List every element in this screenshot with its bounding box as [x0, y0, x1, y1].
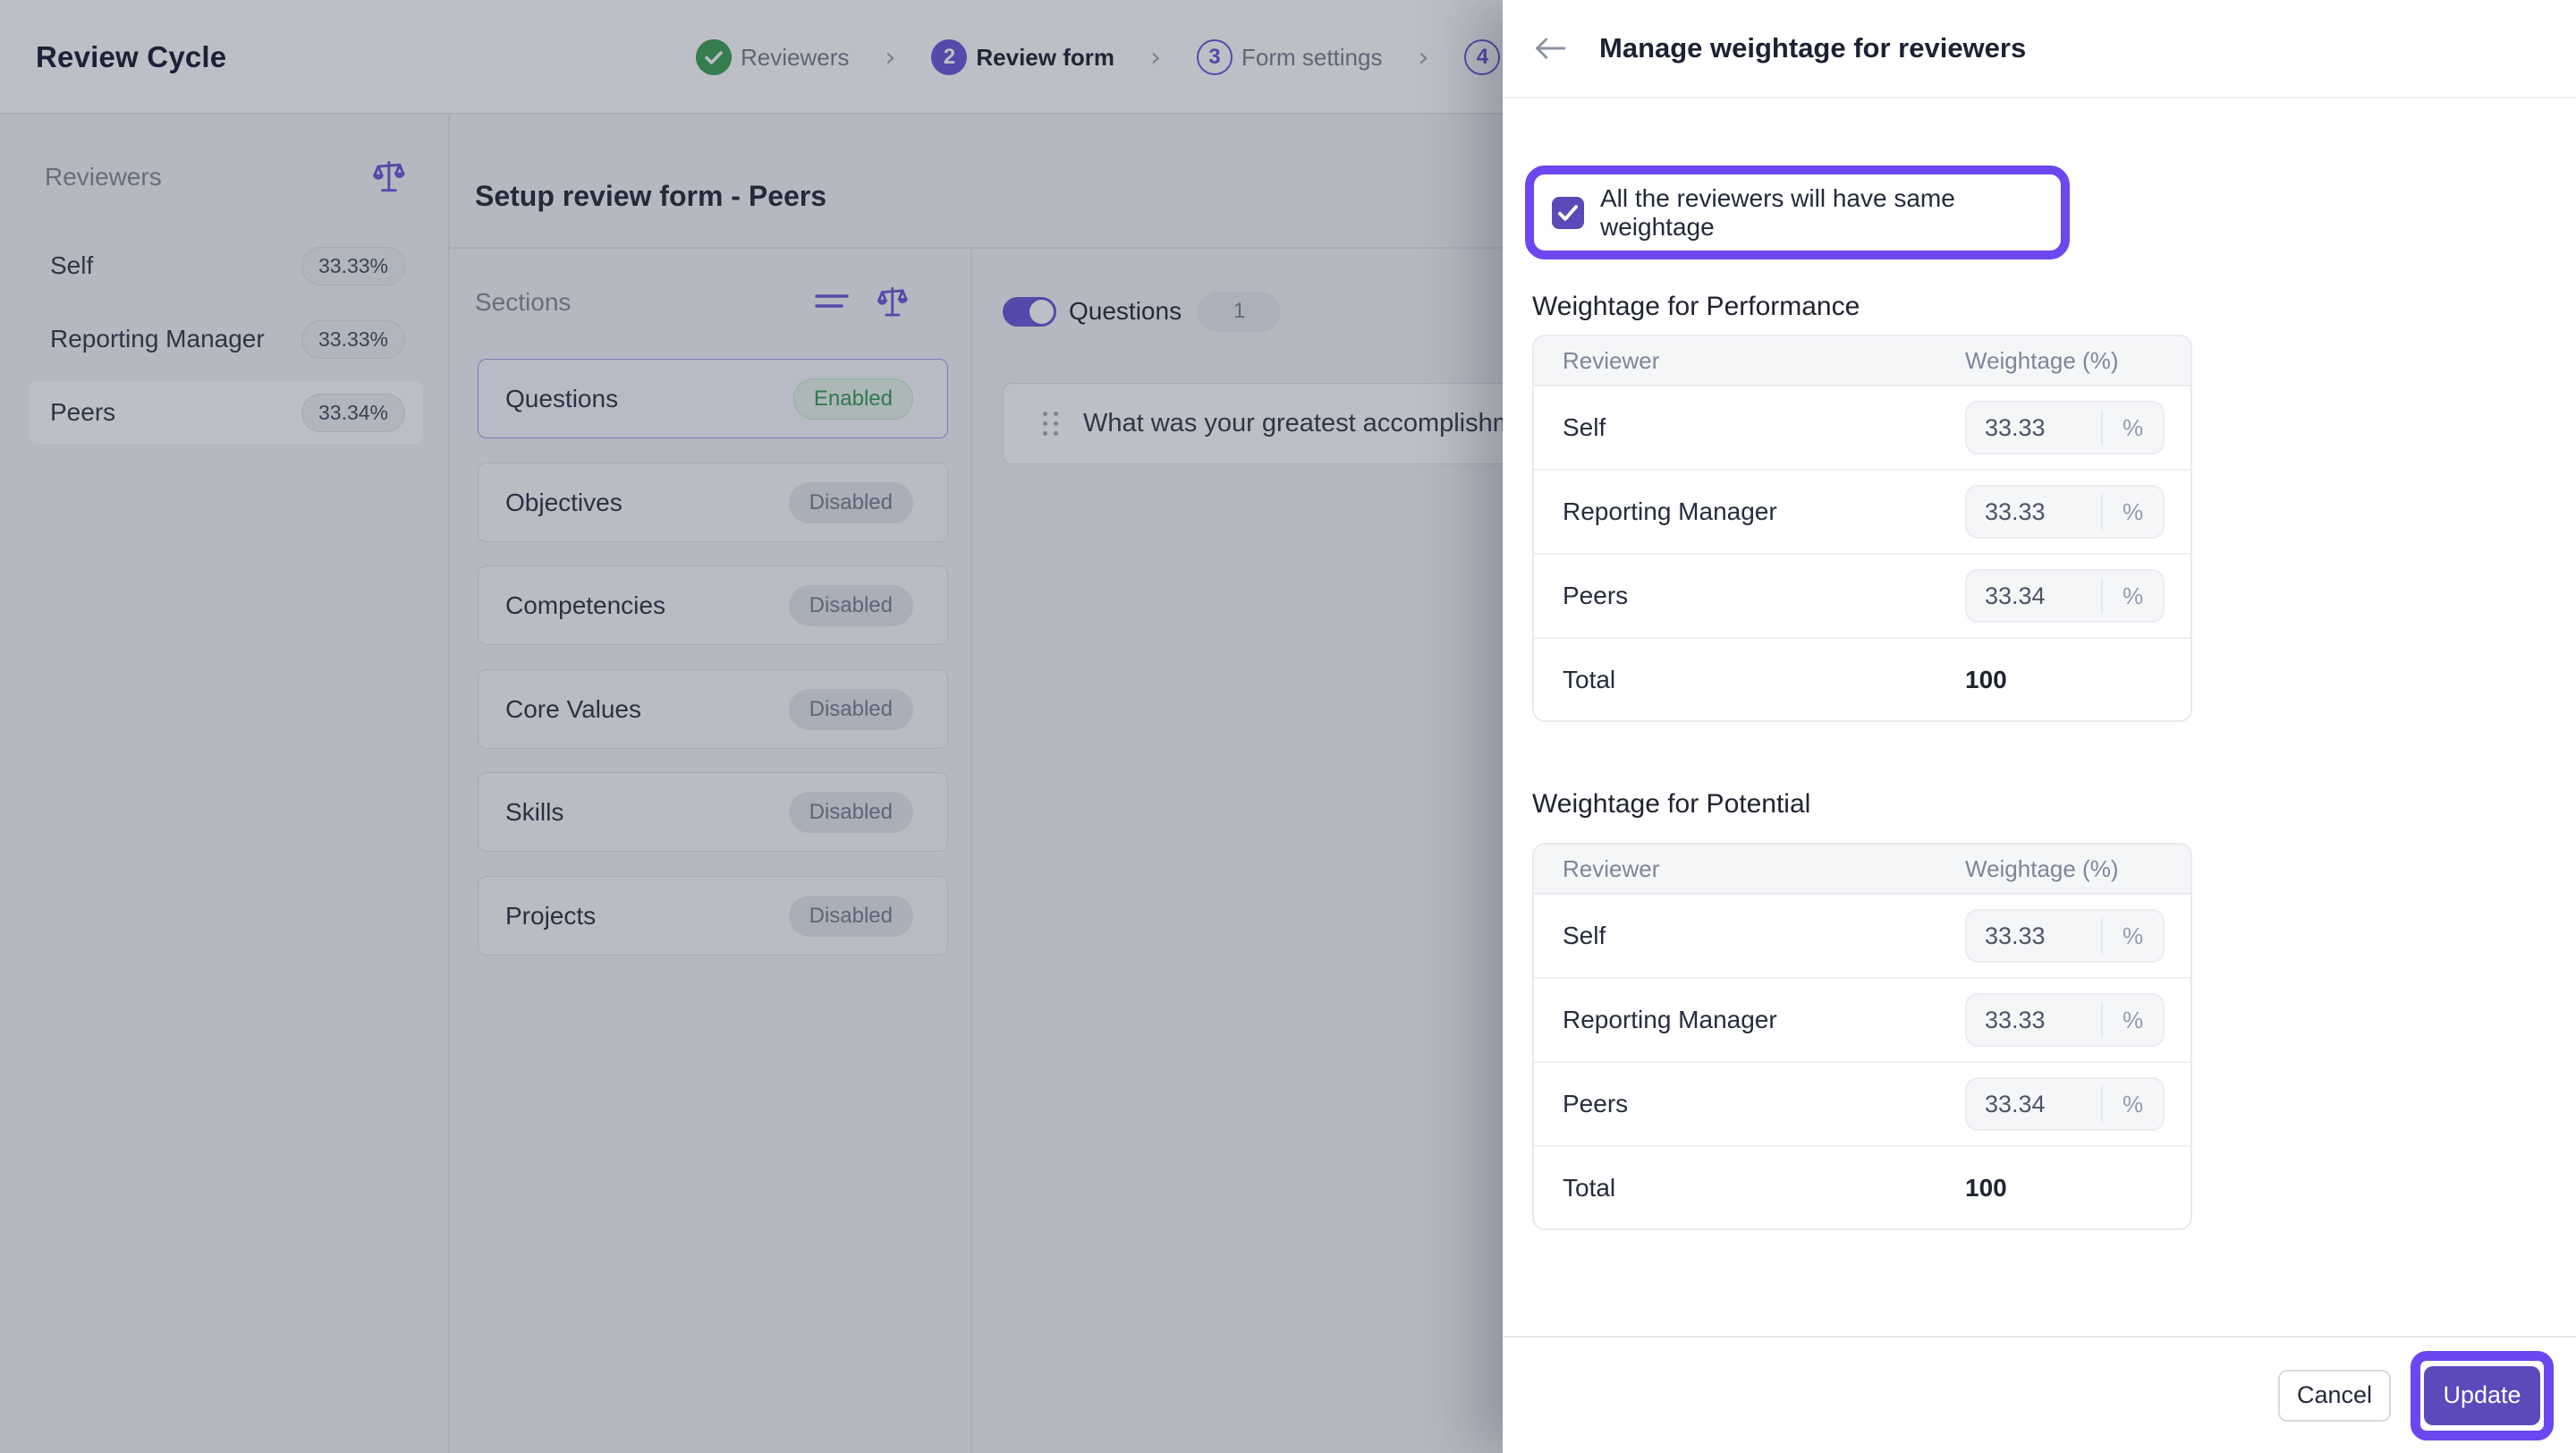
drawer-header: Manage weightage for reviewers	[1503, 0, 2576, 98]
table-row: Reporting Manager %	[1534, 471, 2190, 555]
self-potential-weightage-input[interactable]	[1967, 922, 2101, 950]
percent-suffix: %	[2101, 494, 2163, 530]
peers-potential-weightage-input[interactable]	[1967, 1090, 2101, 1118]
reporting-manager-potential-weightage-field: %	[1965, 993, 2165, 1047]
reporting-manager-potential-weightage-input[interactable]	[1967, 1006, 2101, 1034]
modal-backdrop[interactable]	[0, 0, 1503, 1453]
table-row: Self %	[1534, 895, 2190, 979]
percent-suffix: %	[2101, 918, 2163, 954]
reviewer-column-header: Reviewer	[1563, 346, 1660, 374]
total-label: Total	[1563, 1173, 1616, 1202]
same-weightage-label: All the reviewers will have same weighta…	[1600, 183, 1955, 241]
table-header-row: Reviewer Weightage (%)	[1534, 336, 2190, 387]
manage-weightage-drawer: Manage weightage for reviewers All the r…	[1503, 0, 2576, 1453]
potential-heading: Weightage for Potential	[1532, 789, 1811, 819]
weightage-column-header: Weightage (%)	[1965, 346, 2119, 374]
total-value: 100	[1965, 665, 2007, 693]
update-button[interactable]: Update	[2424, 1365, 2540, 1425]
table-header-row: Reviewer Weightage (%)	[1534, 845, 2190, 895]
total-value: 100	[1965, 1173, 2007, 1202]
total-row: Total 100	[1534, 639, 2190, 720]
performance-table: Reviewer Weightage (%) Self % Reporting …	[1532, 335, 2192, 722]
same-weightage-highlight-ring: All the reviewers will have same weighta…	[1525, 166, 2070, 259]
drawer-footer: Cancel Update	[1503, 1336, 2576, 1453]
weightage-column-header: Weightage (%)	[1965, 854, 2119, 882]
table-row: Peers %	[1534, 555, 2190, 639]
percent-suffix: %	[2101, 410, 2163, 446]
table-row: Reporting Manager %	[1534, 979, 2190, 1063]
potential-table: Reviewer Weightage (%) Self % Reporting …	[1532, 843, 2192, 1230]
back-arrow-icon[interactable]	[1533, 37, 1567, 60]
performance-heading: Weightage for Performance	[1532, 292, 1860, 321]
reviewer-column-header: Reviewer	[1563, 854, 1660, 882]
peers-weightage-input[interactable]	[1967, 582, 2101, 610]
self-weightage-field: %	[1965, 401, 2165, 455]
total-row: Total 100	[1534, 1147, 2190, 1228]
percent-suffix: %	[2101, 1002, 2163, 1038]
peers-potential-weightage-field: %	[1965, 1077, 2165, 1131]
table-row: Self %	[1534, 387, 2190, 471]
peers-weightage-field: %	[1965, 569, 2165, 623]
reporting-manager-weightage-field: %	[1965, 485, 2165, 539]
reporting-manager-weightage-input[interactable]	[1967, 497, 2101, 526]
same-weightage-checkbox[interactable]	[1552, 196, 1584, 229]
drawer-title: Manage weightage for reviewers	[1599, 32, 2027, 64]
total-label: Total	[1563, 665, 1616, 693]
self-potential-weightage-field: %	[1965, 909, 2165, 963]
update-highlight-ring: Update	[2411, 1350, 2554, 1440]
table-row: Peers %	[1534, 1063, 2190, 1147]
percent-suffix: %	[2101, 578, 2163, 614]
self-weightage-input[interactable]	[1967, 413, 2101, 442]
percent-suffix: %	[2101, 1086, 2163, 1122]
cancel-button[interactable]: Cancel	[2278, 1369, 2391, 1422]
